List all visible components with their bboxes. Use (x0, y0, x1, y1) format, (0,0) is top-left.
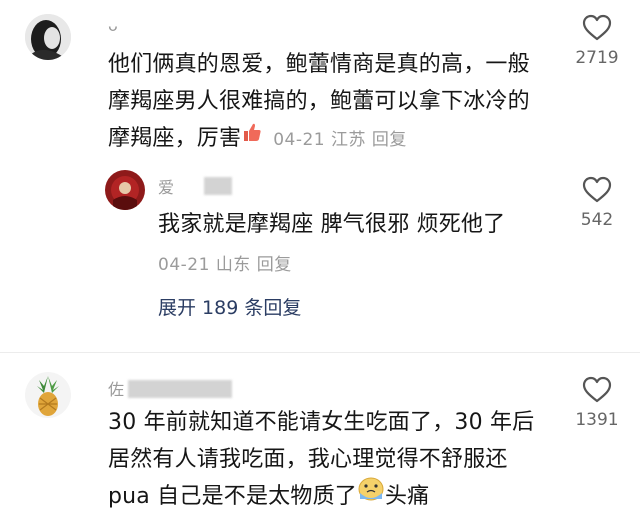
like-button[interactable]: 1391 (567, 376, 627, 430)
heart-icon (582, 14, 612, 41)
comment-tail-text: 头痛 (384, 484, 430, 509)
comment-text: 他们俩真的恩爱，鲍蕾情商是真的高，一般 摩羯座男人很难搞的，鲍蕾可以拿下冰冷的 … (108, 46, 568, 159)
like-button[interactable]: 2719 (567, 14, 627, 68)
avatar[interactable] (105, 170, 145, 210)
comment-line-text: pua 自己是不是太物质了 (108, 484, 357, 509)
username[interactable]: 佐 (108, 376, 124, 400)
comment-line: 居然有人请我吃面，我心理觉得不舒服还 (108, 447, 508, 472)
comment-date: 04-21 (273, 130, 326, 150)
crying-face-icon (357, 475, 385, 513)
comment-line: 他们俩真的恩爱，鲍蕾情商是真的高，一般 (108, 52, 530, 77)
comment-line: 摩羯座男人很难搞的，鲍蕾可以拿下冰冷的 (108, 89, 530, 114)
reply-button[interactable]: 回复 (257, 255, 292, 275)
comment-text: 30 年前就知道不能请女生吃面了，30 年后 居然有人请我吃面，我心理觉得不舒服… (108, 404, 568, 516)
username-text: 佐 (108, 380, 125, 399)
heart-icon (582, 376, 612, 403)
avatar[interactable] (25, 14, 71, 60)
comment-date: 04-21 (158, 255, 210, 275)
username[interactable]: 爱 (158, 174, 174, 198)
divider (0, 352, 640, 353)
avatar[interactable] (25, 372, 71, 418)
comment-location: 江苏 (331, 130, 367, 150)
username-text: 爱 (158, 178, 175, 197)
comment-line: 30 年前就知道不能请女生吃面了，30 年后 (108, 410, 535, 435)
name-blur (128, 380, 232, 398)
like-button[interactable]: 542 (567, 176, 627, 230)
comment-location: 山东 (215, 255, 251, 275)
comment-line: 摩羯座，厉害 04-21 江苏 回复 (108, 120, 568, 159)
like-count: 2719 (575, 48, 619, 68)
heart-icon (582, 176, 612, 203)
thumbs-up-icon (241, 118, 263, 155)
like-count: 1391 (575, 410, 619, 430)
comment-line: pua 自己是不是太物质了 头痛 (108, 475, 568, 516)
comment-text: 我家就是摩羯座 脾气很邪 烦死他了 (158, 206, 558, 243)
expand-replies-button[interactable]: 展开 189 条回复 (158, 293, 301, 320)
like-count: 542 (580, 210, 614, 230)
name-blur (204, 177, 232, 195)
username[interactable]: ᴗ (108, 16, 118, 35)
comment-line: 我家就是摩羯座 脾气很邪 烦死他了 (158, 212, 506, 237)
reply-button[interactable]: 回复 (372, 130, 407, 150)
comment-meta: 04-21 山东 回复 (158, 250, 292, 275)
comment-line-text: 摩羯座，厉害 (108, 126, 242, 151)
